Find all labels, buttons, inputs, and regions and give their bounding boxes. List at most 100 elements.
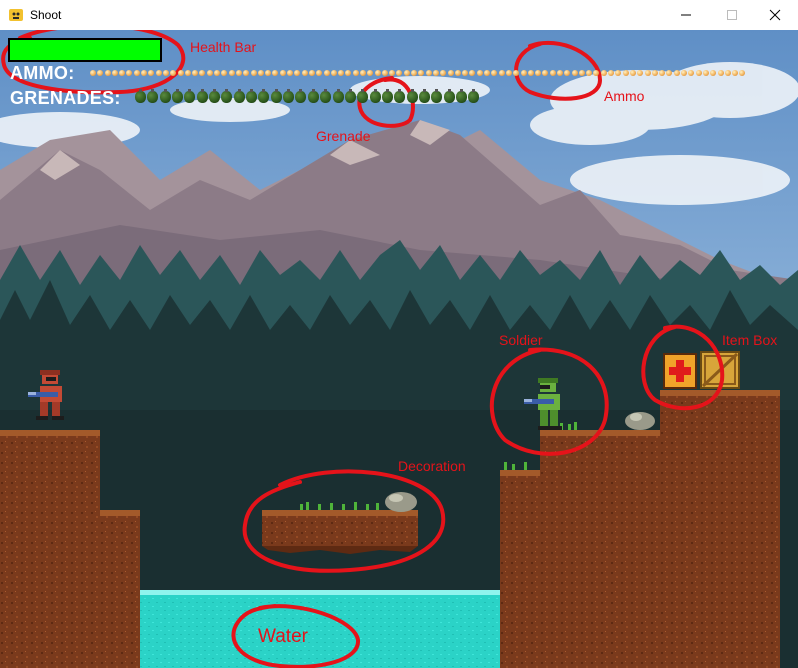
ammo-bullet-icon	[673, 70, 680, 76]
ammo-bullet-icon	[97, 70, 104, 76]
annotation-health-bar: Health Bar	[190, 39, 257, 55]
ammo-bullet-icon	[104, 70, 111, 76]
ammo-bullet-icon	[418, 70, 425, 76]
grenade-icon	[468, 89, 480, 103]
maximize-icon	[727, 10, 737, 20]
grenade-icon	[320, 89, 332, 103]
ammo-bullet-icon	[666, 70, 673, 76]
annotation-item-box: Item Box	[722, 332, 778, 348]
health-bar-background	[10, 40, 160, 60]
grenade-icon	[381, 89, 393, 103]
ammo-bullet-icon	[629, 70, 636, 76]
ammo-bullet-icon	[287, 70, 294, 76]
pygame-app-icon	[9, 9, 23, 21]
grenade-icon	[184, 89, 196, 103]
ammo-bullet-icon	[243, 70, 250, 76]
grenade-icon	[172, 89, 184, 103]
grenade-icon	[394, 89, 406, 103]
ammo-bullet-icon	[622, 70, 629, 76]
ammo-bullet-icon	[272, 70, 279, 76]
water-surface	[138, 590, 500, 595]
game-scene	[0, 30, 798, 668]
ammo-bullet-icon	[170, 70, 177, 76]
annotation-soldier: Soldier	[499, 332, 543, 348]
grenade-icon	[135, 89, 146, 103]
ammo-bullet-icon	[199, 70, 206, 76]
grenade-icon	[431, 89, 443, 103]
ammo-bullet-icon	[308, 70, 315, 76]
maximize-button[interactable]	[709, 0, 755, 30]
grenade-icon	[307, 89, 319, 103]
minimize-icon	[681, 14, 691, 16]
grenade-icon	[357, 89, 369, 103]
ammo-bullet-icon	[133, 70, 140, 76]
right-terrain	[500, 390, 780, 668]
window-title: Shoot	[30, 8, 62, 22]
ammo-bullet-icon	[389, 70, 396, 76]
ammo-bullet-icon	[396, 70, 403, 76]
ammo-bullet-icon	[265, 70, 272, 76]
health-item-box	[663, 353, 697, 389]
ammo-bullet-icon	[732, 70, 739, 76]
annotation-grenade: Grenade	[316, 128, 371, 144]
ammo-bullet-icon	[724, 70, 731, 76]
ammo-bullet-icon	[702, 70, 709, 76]
ammo-bullet-icon	[571, 70, 578, 76]
close-button[interactable]	[752, 0, 798, 30]
ammo-bullet-icon	[637, 70, 644, 76]
grenade-icon	[258, 89, 270, 103]
grenades-label: GRENADES:	[10, 88, 121, 108]
ammo-bullet-icon	[454, 70, 461, 76]
ammo-bullet-icon	[593, 70, 600, 76]
ammo-bullet-icon	[586, 70, 593, 76]
ammo-bullet-icon	[345, 70, 352, 76]
ammo-bullet-icon	[695, 70, 702, 76]
annotation-water: Water	[258, 626, 308, 647]
ammo-bullet-icon	[184, 70, 191, 76]
ammo-bullet-icon	[440, 70, 447, 76]
ammo-bullet-icon	[367, 70, 374, 76]
ammo-bullet-icon	[294, 70, 301, 76]
ammo-bullet-icon	[338, 70, 345, 76]
window-titlebar: Shoot	[0, 0, 798, 30]
ammo-label: AMMO:	[10, 63, 75, 83]
ammo-bullet-icon	[644, 70, 651, 76]
ammo-bullet-icon	[425, 70, 432, 76]
grenade-icon	[369, 89, 381, 103]
ammo-bullet-icon	[717, 70, 724, 76]
ammo-bullet-icon	[177, 70, 184, 76]
ammo-bullet-icon	[279, 70, 286, 76]
grenade-icon	[418, 89, 430, 103]
floating-platform	[262, 510, 418, 554]
ammo-bullet-icon	[235, 70, 242, 76]
ammo-bullet-icon	[432, 70, 439, 76]
health-bar	[8, 38, 162, 62]
ammo-bullet-icon	[381, 70, 388, 76]
ammo-bullet-icon	[221, 70, 228, 76]
ammo-bullet-icon	[126, 70, 133, 76]
ammo-bullet-icon	[141, 70, 148, 76]
ammo-bullet-icon	[710, 70, 717, 76]
ammo-bullet-icon	[739, 70, 746, 76]
ammo-bullet-icon	[498, 70, 505, 76]
ammo-bullet-icon	[359, 70, 366, 76]
grenade-icon	[209, 89, 221, 103]
ammo-bullet-icon	[549, 70, 556, 76]
ammo-bullet-icon	[148, 70, 155, 76]
ammo-bullet-icon	[688, 70, 695, 76]
grenade-icon	[233, 89, 245, 103]
ammo-bullets	[90, 70, 747, 76]
ammo-bullet-icon	[513, 70, 520, 76]
grenade-icon	[283, 89, 295, 103]
minimize-button[interactable]	[663, 0, 709, 30]
grenade-icon	[332, 89, 344, 103]
ammo-bullet-icon	[542, 70, 549, 76]
ammo-bullet-icon	[403, 70, 410, 76]
grenade-icon	[455, 89, 467, 103]
ammo-bullet-icon	[578, 70, 585, 76]
grenade-icon	[406, 89, 418, 103]
game-canvas[interactable]: AMMO: GRENADES: Health Bar Ammo Grenade …	[0, 30, 798, 668]
annotation-decoration: Decoration	[398, 458, 466, 474]
ammo-bullet-icon	[162, 70, 169, 76]
annotation-ammo: Ammo	[604, 88, 645, 104]
